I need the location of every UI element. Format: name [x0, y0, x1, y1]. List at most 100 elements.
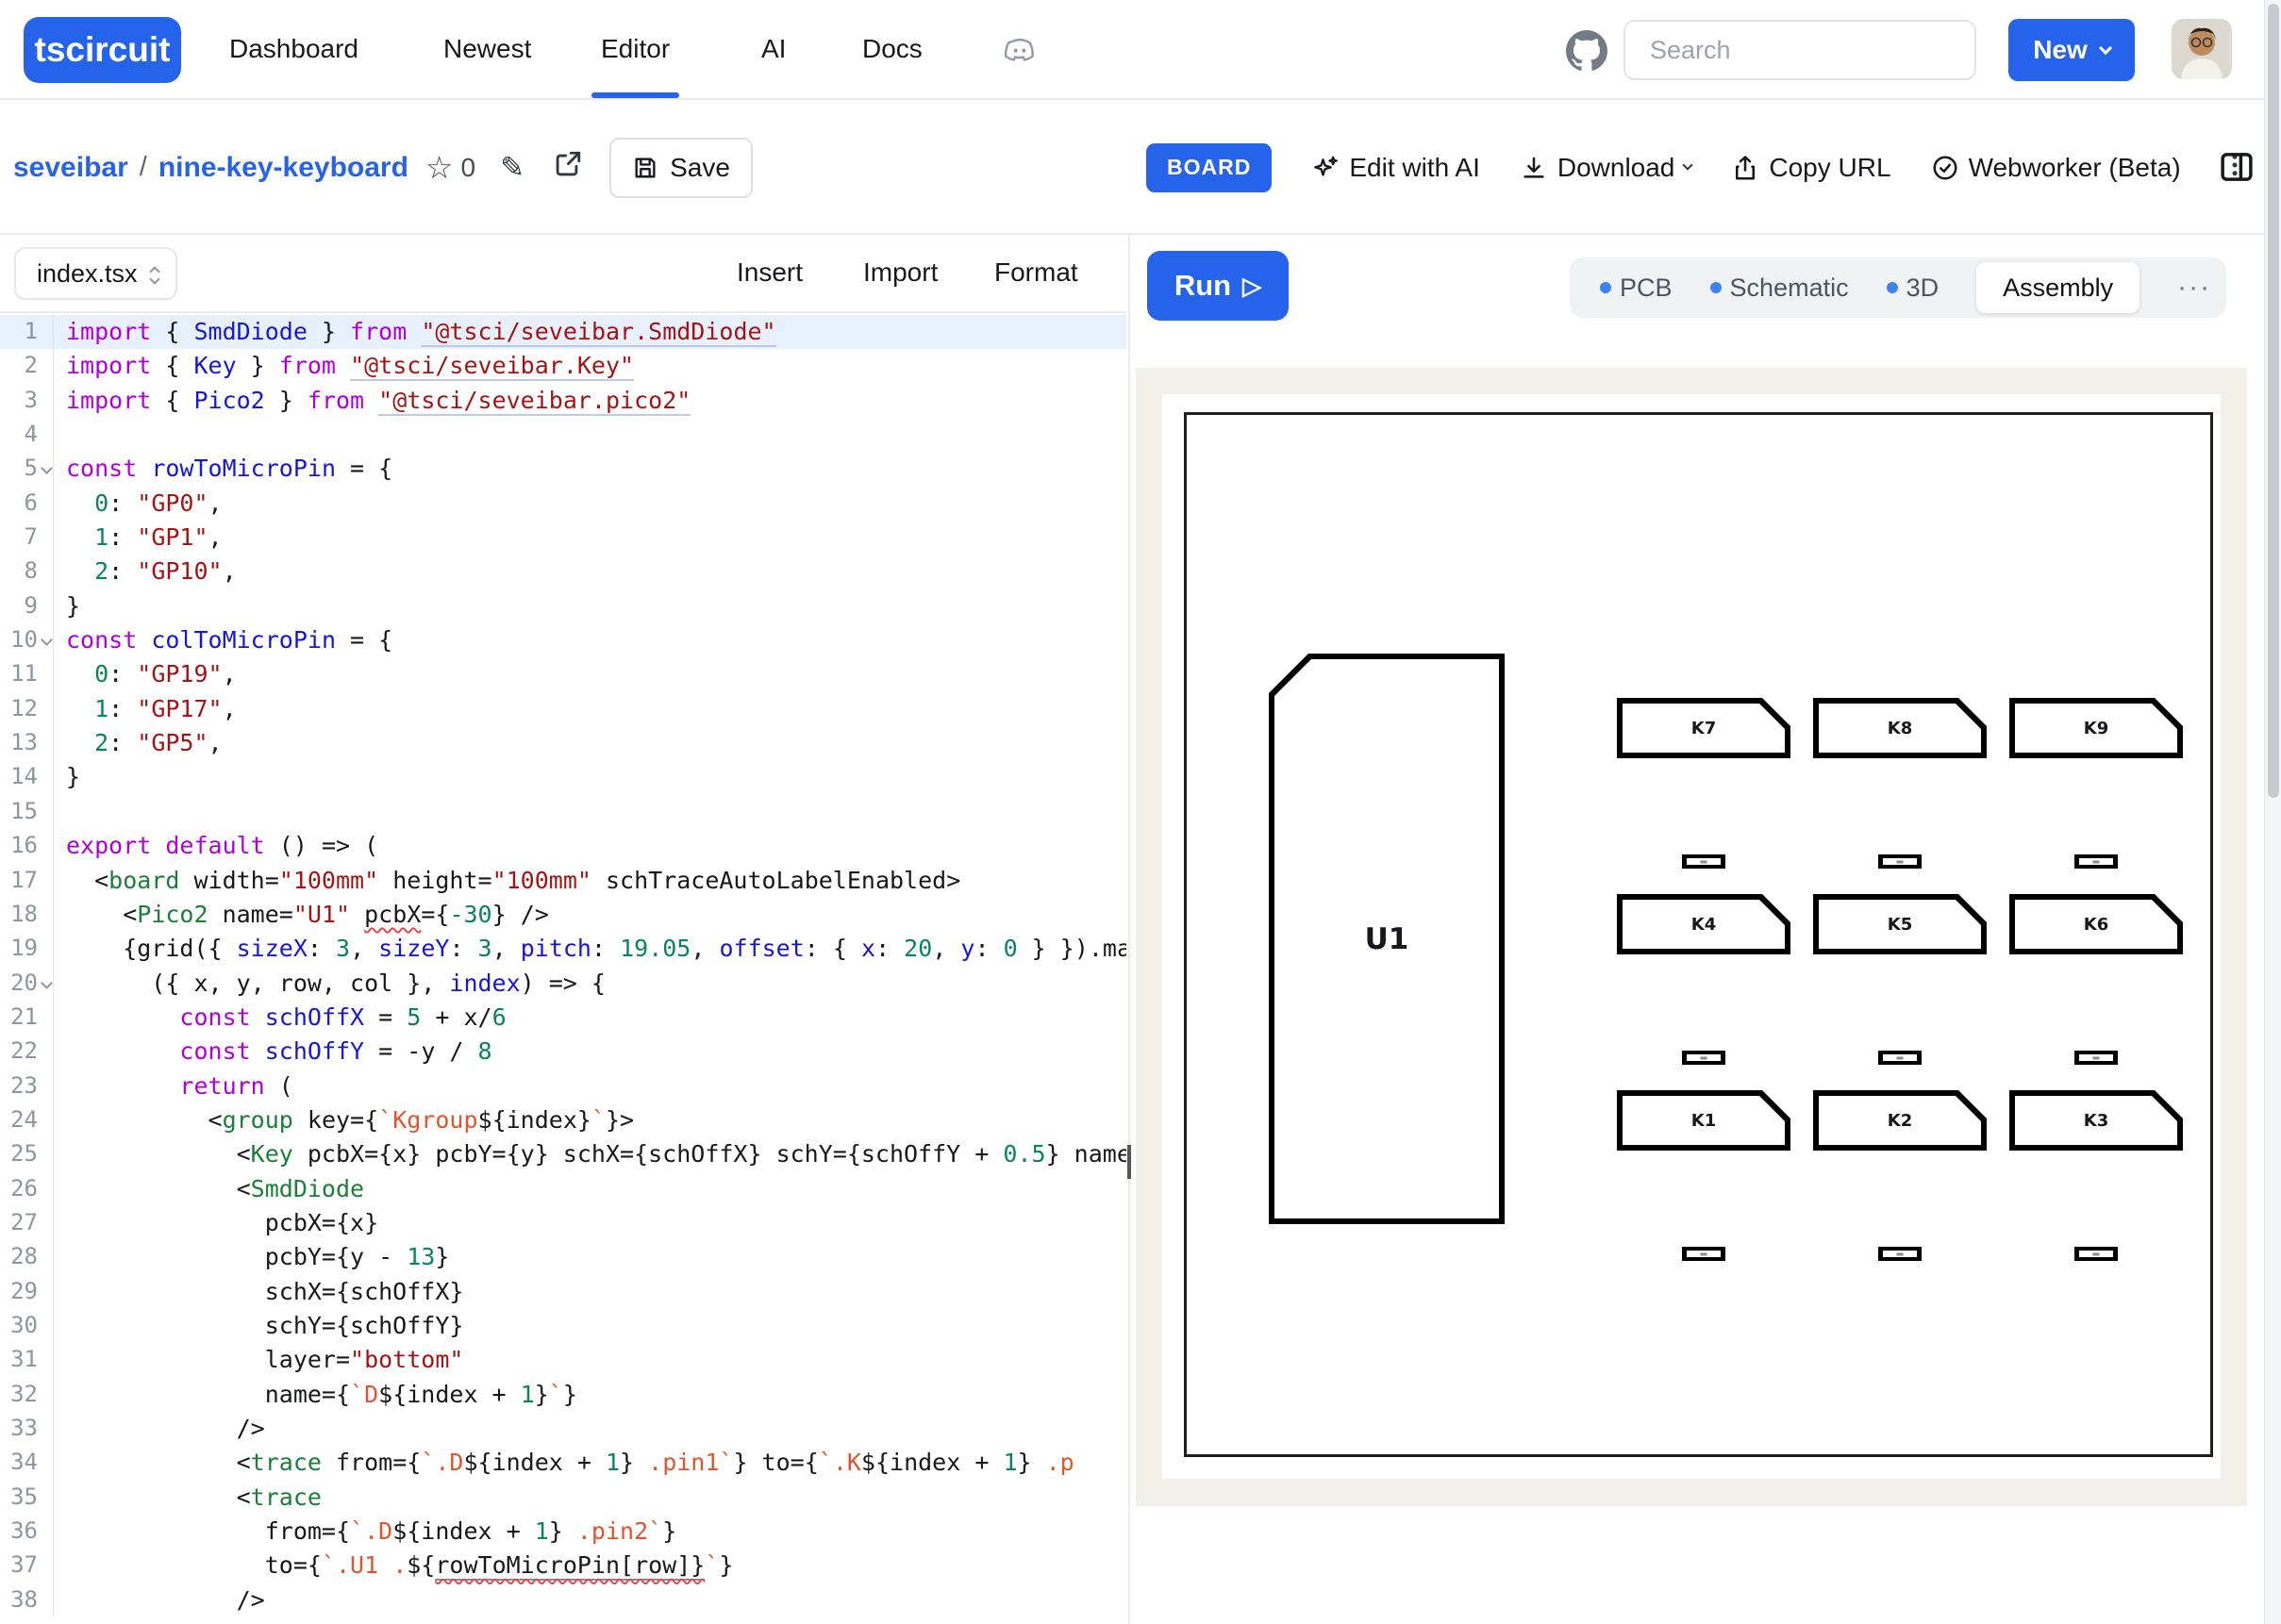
- nav-item-ai[interactable]: AI: [761, 34, 786, 64]
- key-k9[interactable]: K9: [2009, 698, 2183, 758]
- tab-pcb[interactable]: PCB: [1600, 273, 1673, 303]
- code-line[interactable]: 35 <trace: [0, 1481, 1126, 1515]
- code-line[interactable]: 2import { Key } from "@tsci/seveibar.Key…: [0, 349, 1126, 383]
- diode[interactable]: [1878, 854, 1922, 869]
- line-number: 9: [25, 592, 38, 619]
- tscircuit-logo[interactable]: tscircuit: [24, 17, 181, 83]
- code-line[interactable]: 31 layer="bottom": [0, 1343, 1126, 1377]
- editor-menu-import[interactable]: Import: [863, 257, 938, 288]
- nav-item-editor[interactable]: Editor: [601, 34, 670, 64]
- assembly-canvas[interactable]: U1 K7 K8 K9 K4 K5 K6 K1 K2 K3: [1136, 368, 2247, 1506]
- diode[interactable]: [2074, 1247, 2118, 1261]
- download-button[interactable]: Download: [1520, 153, 1692, 183]
- code-line[interactable]: 33 />: [0, 1412, 1126, 1446]
- code-line[interactable]: 19 {grid({ sizeX: 3, sizeY: 3, pitch: 19…: [0, 932, 1126, 966]
- code-line[interactable]: 9}: [0, 589, 1126, 623]
- code-line[interactable]: 30 schY={schOffY}: [0, 1309, 1126, 1343]
- code-line[interactable]: 22 const schOffY = -y / 8: [0, 1035, 1126, 1069]
- run-button[interactable]: Run ▷: [1147, 251, 1289, 321]
- file-selector[interactable]: index.tsx: [14, 247, 177, 300]
- code-line[interactable]: 3import { Pico2 } from "@tsci/seveibar.p…: [0, 384, 1126, 418]
- panel-layout-button[interactable]: [2217, 147, 2256, 191]
- diode[interactable]: [1682, 1051, 1725, 1065]
- code-line[interactable]: 20 ({ x, y, row, col }, index) => {: [0, 967, 1126, 1001]
- key-k1[interactable]: K1: [1617, 1090, 1790, 1151]
- nav-item-dashboard[interactable]: Dashboard: [229, 34, 358, 64]
- code-line[interactable]: 32 name={`D${index + 1}`}: [0, 1378, 1126, 1412]
- discord-icon[interactable]: [1000, 30, 1040, 70]
- diode[interactable]: [1682, 854, 1725, 869]
- code-line[interactable]: 38 />: [0, 1583, 1126, 1617]
- code-editing-area[interactable]: 1import { SmdDiode } from "@tsci/seveiba…: [0, 315, 1126, 1624]
- code-line[interactable]: 17 <board width="100mm" height="100mm" s…: [0, 864, 1126, 898]
- code-line[interactable]: 18 <Pico2 name="U1" pcbX={-30} />: [0, 898, 1126, 932]
- star-icon[interactable]: ☆: [425, 149, 454, 186]
- code-line[interactable]: 21 const schOffX = 5 + x/6: [0, 1001, 1126, 1035]
- code-line[interactable]: 6 0: "GP0",: [0, 487, 1126, 521]
- code-line[interactable]: 37 to={`.U1 .${rowToMicroPin[row]}`}: [0, 1549, 1126, 1583]
- key-k4[interactable]: K4: [1617, 894, 1790, 954]
- fold-chevron-icon[interactable]: [41, 463, 53, 475]
- code-line[interactable]: 27 pcbX={x}: [0, 1206, 1126, 1240]
- diode[interactable]: [2074, 854, 2118, 869]
- new-button[interactable]: New: [2008, 19, 2135, 81]
- editor-menu-format[interactable]: Format: [994, 257, 1078, 288]
- code-line[interactable]: 7 1: "GP1",: [0, 521, 1126, 555]
- code-line[interactable]: 25 <Key pcbX={x} pcbY={y} schX={schOffX}…: [0, 1137, 1126, 1171]
- tab-schematic[interactable]: Schematic: [1710, 273, 1849, 303]
- github-icon[interactable]: [1566, 30, 1607, 72]
- code-line[interactable]: 24 <group key={`Kgroup${index}`}>: [0, 1103, 1126, 1137]
- code-line[interactable]: 5const rowToMicroPin = {: [0, 452, 1126, 486]
- key-k5[interactable]: K5: [1813, 894, 1987, 954]
- code-line[interactable]: 28 pcbY={y - 13}: [0, 1240, 1126, 1274]
- open-external-icon[interactable]: [551, 149, 583, 186]
- chip-u1[interactable]: U1: [1269, 654, 1505, 1224]
- nav-item-newest[interactable]: Newest: [443, 34, 531, 64]
- code-line[interactable]: 15: [0, 795, 1126, 829]
- diode[interactable]: [1682, 1247, 1725, 1261]
- code-line[interactable]: 11 0: "GP19",: [0, 657, 1126, 691]
- code-line[interactable]: 36 from={`.D${index + 1} .pin2`}: [0, 1515, 1126, 1549]
- key-k7[interactable]: K7: [1617, 698, 1790, 758]
- diode[interactable]: [2074, 1051, 2118, 1065]
- code-line[interactable]: 10const colToMicroPin = {: [0, 623, 1126, 657]
- save-button[interactable]: Save: [609, 138, 753, 198]
- code-line[interactable]: 8 2: "GP10",: [0, 555, 1126, 588]
- tab-3d[interactable]: 3D: [1887, 273, 1940, 303]
- code-line[interactable]: 14}: [0, 760, 1126, 794]
- breadcrumb-owner[interactable]: seveibar: [13, 152, 128, 184]
- diode[interactable]: [1878, 1247, 1922, 1261]
- key-k6[interactable]: K6: [2009, 894, 2183, 954]
- code-line[interactable]: 34 <trace from={`.D${index + 1} .pin1`} …: [0, 1446, 1126, 1480]
- search-input[interactable]: Search: [1623, 20, 1976, 80]
- diode[interactable]: [1878, 1051, 1922, 1065]
- editor-menu-insert[interactable]: Insert: [737, 257, 803, 288]
- edit-pencil-icon[interactable]: ✎: [500, 151, 524, 185]
- code-line[interactable]: 12 1: "GP17",: [0, 692, 1126, 726]
- user-avatar[interactable]: [2172, 19, 2232, 79]
- key-k3[interactable]: K3: [2009, 1090, 2183, 1151]
- fold-chevron-icon[interactable]: [41, 634, 53, 646]
- nav-item-docs[interactable]: Docs: [862, 34, 923, 64]
- code-line[interactable]: 26 <SmdDiode: [0, 1172, 1126, 1206]
- edit-with-ai-button[interactable]: Edit with AI: [1311, 153, 1480, 183]
- scrollbar-thumb[interactable]: [2268, 4, 2279, 798]
- key-k2[interactable]: K2: [1813, 1090, 1987, 1151]
- code-line[interactable]: 4: [0, 418, 1126, 452]
- gutter-cell: 17: [0, 864, 54, 898]
- fold-chevron-icon[interactable]: [41, 977, 53, 989]
- code-line[interactable]: 23 return (: [0, 1069, 1126, 1103]
- code-line[interactable]: 16export default () => (: [0, 829, 1126, 863]
- key-k8[interactable]: K8: [1813, 698, 1987, 758]
- code-line[interactable]: 29 schX={schOffX}: [0, 1275, 1126, 1309]
- board-badge[interactable]: BOARD: [1146, 143, 1272, 192]
- code-line[interactable]: 13 2: "GP5",: [0, 726, 1126, 760]
- tab-assembly[interactable]: Assembly: [1976, 262, 2139, 313]
- breadcrumb-project[interactable]: nine-key-keyboard: [158, 152, 408, 184]
- panel-resize-handle[interactable]: [1127, 1145, 1131, 1179]
- page-scrollbar[interactable]: [2264, 0, 2281, 1624]
- copy-url-button[interactable]: Copy URL: [1731, 153, 1890, 183]
- tabs-more-button[interactable]: ···: [2177, 272, 2211, 304]
- webworker-toggle[interactable]: Webworker (Beta): [1931, 153, 2181, 183]
- code-line[interactable]: 1import { SmdDiode } from "@tsci/seveiba…: [0, 315, 1126, 349]
